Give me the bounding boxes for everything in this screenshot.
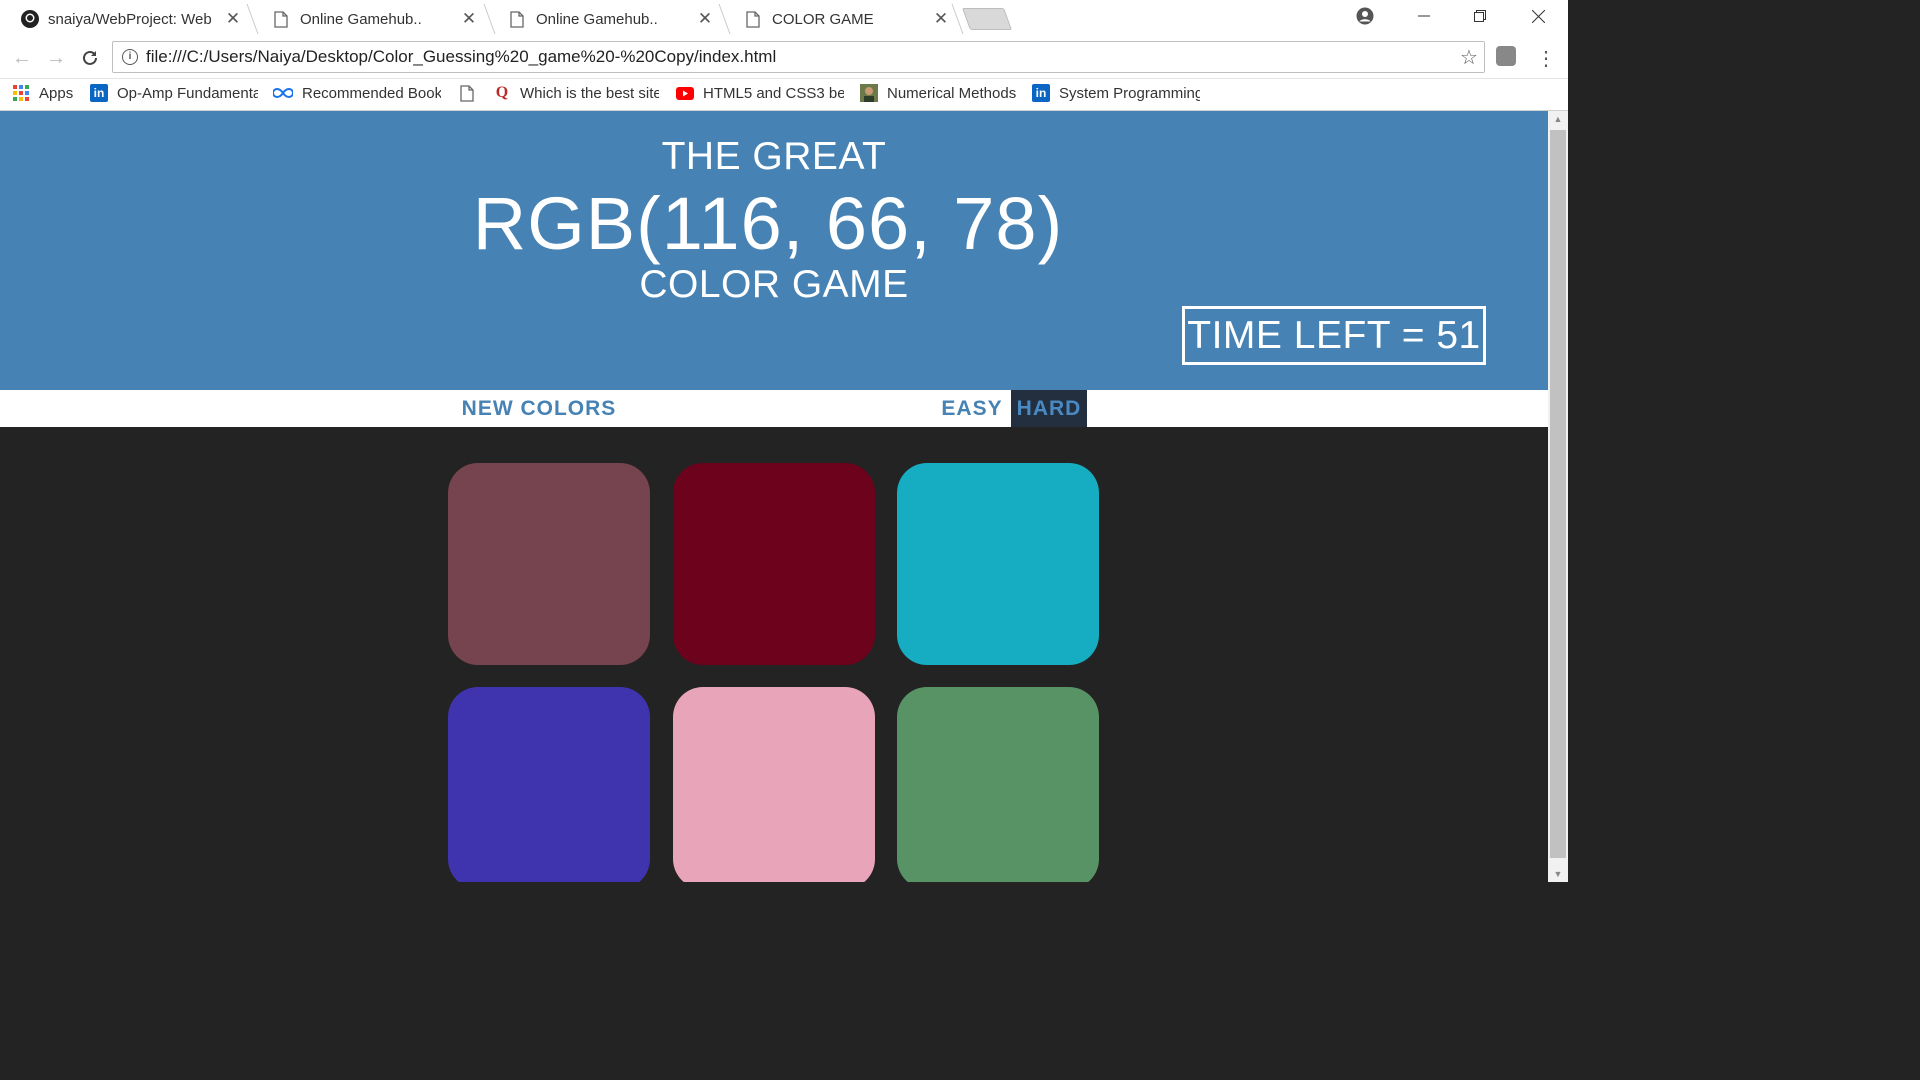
tab-strip: snaiya/WebProject: Web ✕ Online Gamehub.… <box>0 0 1568 38</box>
bookmark-quora[interactable]: Q Which is the best site <box>493 79 659 107</box>
hard-button[interactable]: HARD <box>1011 390 1087 427</box>
color-square[interactable] <box>448 463 650 665</box>
tab-separator <box>483 4 496 34</box>
bookmark-op-amp[interactable]: in Op-Amp Fundamenta <box>90 79 258 107</box>
back-icon[interactable]: ← <box>8 44 36 72</box>
linkedin-icon: in <box>1032 84 1050 102</box>
tab-separator <box>246 4 259 34</box>
bookmark-apps[interactable]: Apps <box>12 79 73 107</box>
tab-title: Online Gamehub.. <box>300 10 422 28</box>
linkedin-icon: in <box>90 84 108 102</box>
title-line-3: COLOR GAME <box>639 263 909 306</box>
url-text: file:///C:/Users/Naiya/Desktop/Color_Gue… <box>146 47 777 66</box>
page-icon <box>746 10 760 28</box>
close-icon[interactable]: ✕ <box>454 9 484 29</box>
title-line-1: THE GREAT <box>661 135 887 178</box>
easy-button[interactable]: EASY <box>936 390 1008 427</box>
bookmark-label: Op-Amp Fundamenta <box>117 84 258 102</box>
close-icon[interactable]: ✕ <box>218 9 248 29</box>
close-icon[interactable]: ✕ <box>690 9 720 29</box>
tab-title: COLOR GAME <box>772 10 874 28</box>
timer-display: TIME LEFT = 51 <box>1182 306 1486 365</box>
github-icon <box>20 9 40 29</box>
bookmark-untitled[interactable] <box>458 79 480 107</box>
scrollbar-thumb[interactable] <box>1550 130 1566 858</box>
bookmark-star-icon[interactable]: ☆ <box>1454 45 1484 70</box>
tab-title: snaiya/WebProject: Web <box>48 10 212 28</box>
extension-icon[interactable] <box>1496 46 1516 66</box>
color-square[interactable] <box>673 463 875 665</box>
profile-icon[interactable] <box>1337 0 1393 32</box>
vertical-scrollbar[interactable]: ▲ ▼ <box>1548 111 1568 882</box>
youtube-icon <box>676 84 694 102</box>
color-square[interactable] <box>897 687 1099 882</box>
forward-icon[interactable]: → <box>42 44 70 72</box>
page-icon <box>274 10 288 28</box>
menu-icon[interactable]: ⋮ <box>1534 44 1558 72</box>
tab-separator <box>718 4 731 34</box>
tab-online-gamehub-2[interactable]: Online Gamehub.. ✕ <box>498 0 720 38</box>
tab-color-game[interactable]: COLOR GAME ✕ <box>734 0 956 38</box>
game-header: THE GREAT RGB(116, 66, 78) COLOR GAME TI… <box>0 111 1548 390</box>
quora-icon: Q <box>495 84 509 101</box>
scroll-up-arrow-icon[interactable]: ▲ <box>1548 111 1568 127</box>
info-icon[interactable]: i <box>122 49 138 65</box>
new-tab-button[interactable] <box>961 8 1013 30</box>
window-close-icon[interactable] <box>1510 0 1566 32</box>
reload-icon[interactable] <box>76 44 104 72</box>
address-bar[interactable]: i file:///C:/Users/Naiya/Desktop/Color_G… <box>112 41 1485 73</box>
avatar-thumbnail-icon <box>860 84 878 102</box>
tab-title: Online Gamehub.. <box>536 10 658 28</box>
close-icon[interactable]: ✕ <box>926 9 956 29</box>
bookmark-label: Which is the best site <box>520 84 659 102</box>
tab-online-gamehub-1[interactable]: Online Gamehub.. ✕ <box>262 0 484 38</box>
bookmark-numerical-methods[interactable]: Numerical Methods <box>860 79 1016 107</box>
bookmark-recommended-book[interactable]: Recommended Book <box>273 79 441 107</box>
color-square[interactable] <box>448 687 650 882</box>
browser-toolbar: ← → i file:///C:/Users/Naiya/Desktop/Col… <box>0 38 1568 79</box>
control-stripe: NEW COLORS EASY HARD <box>0 390 1548 427</box>
bookmark-label: Recommended Book <box>302 84 441 102</box>
scroll-down-arrow-icon[interactable]: ▼ <box>1548 866 1568 882</box>
infinity-icon <box>273 84 293 102</box>
rgb-display: RGB(116, 66, 78) <box>472 182 1064 265</box>
bookmark-label: Numerical Methods <box>887 84 1017 102</box>
minimize-icon[interactable] <box>1396 0 1452 32</box>
page-icon <box>458 84 476 102</box>
bookmark-label: System Programming <box>1059 84 1200 102</box>
bookmark-html5-css3[interactable]: HTML5 and CSS3 beg <box>676 79 844 107</box>
tab-github[interactable]: snaiya/WebProject: Web ✕ <box>8 0 248 38</box>
color-square[interactable] <box>673 687 875 882</box>
bookmark-label: HTML5 and CSS3 beg <box>703 84 844 102</box>
bookmark-system-programming[interactable]: in System Programming <box>1032 79 1200 107</box>
new-colors-button[interactable]: NEW COLORS <box>458 390 620 427</box>
color-square[interactable] <box>897 463 1099 665</box>
page-body: THE GREAT RGB(116, 66, 78) COLOR GAME TI… <box>0 111 1548 882</box>
bookmark-label: Apps <box>39 84 74 102</box>
apps-grid-icon <box>12 84 30 102</box>
restore-icon[interactable] <box>1452 0 1508 32</box>
page-icon <box>510 10 524 28</box>
bookmarks-bar: Apps in Op-Amp Fundamenta Recommended Bo… <box>0 79 1568 111</box>
